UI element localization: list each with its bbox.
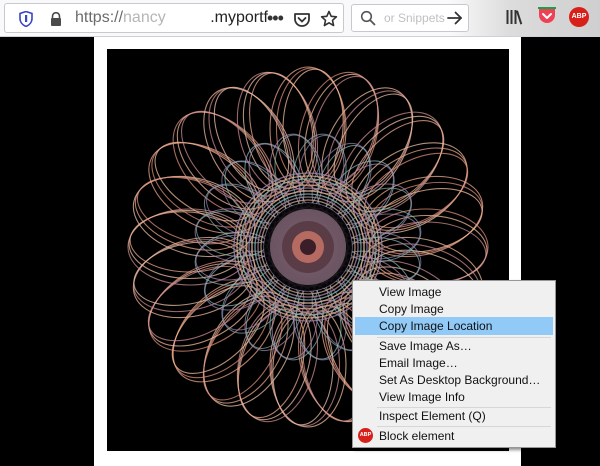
url-user: nancy [123,9,166,26]
library-icon[interactable] [505,8,525,26]
search-placeholder: or Snippets [384,11,445,25]
pocket-icon[interactable] [293,11,311,29]
menu-view-image[interactable]: View Image [355,283,553,301]
menu-view-image-info[interactable]: View Image Info [355,388,553,406]
context-menu: View Image Copy Image Copy Image Locatio… [352,280,556,448]
go-arrow-icon[interactable] [446,10,464,26]
url-domain: .myportf [210,9,268,26]
menu-set-desktop-background-label: Set As Desktop Background… [379,373,541,387]
bookmark-star-icon[interactable] [320,10,338,28]
menu-copy-image-location[interactable]: Copy Image Location [355,317,553,335]
lock-icon[interactable] [49,12,63,26]
menu-email-image-label: Email Image… [379,356,458,370]
menu-block-element-label: Block element [379,429,455,443]
menu-inspect-element-label: Inspect Element (Q) [379,409,486,423]
search-icon [360,10,376,26]
browser-toolbar: https://nancy .myportf ••• or Snippets A… [0,0,600,37]
menu-copy-image-label: Copy Image [379,302,444,316]
page-actions-icon[interactable]: ••• [267,9,285,28]
menu-copy-image-location-label: Copy Image Location [379,319,493,333]
menu-email-image[interactable]: Email Image… [355,354,553,372]
menu-copy-image[interactable]: Copy Image [355,300,553,318]
shield-icon[interactable] [19,11,33,27]
menu-view-image-label: View Image [379,285,442,299]
menu-set-desktop-background[interactable]: Set As Desktop Background… [355,371,553,389]
menu-save-image-as[interactable]: Save Image As… [355,337,553,355]
menu-save-image-as-label: Save Image As… [379,339,472,353]
url-scheme: https:// [75,9,124,26]
search-bar[interactable]: or Snippets [351,4,469,32]
adblock-plus-icon: ABP [358,428,373,443]
url-text[interactable]: https://nancy .myportf [75,9,268,27]
url-bar[interactable]: https://nancy .myportf ••• [4,3,344,33]
menu-view-image-info-label: View Image Info [379,390,465,404]
url-redacted [166,9,210,26]
pocket-toolbar-icon[interactable] [537,6,557,26]
menu-inspect-element[interactable]: Inspect Element (Q) [355,407,553,425]
menu-block-element[interactable]: ABP Block element [355,427,553,445]
adblock-plus-icon[interactable]: ABP [569,7,589,27]
